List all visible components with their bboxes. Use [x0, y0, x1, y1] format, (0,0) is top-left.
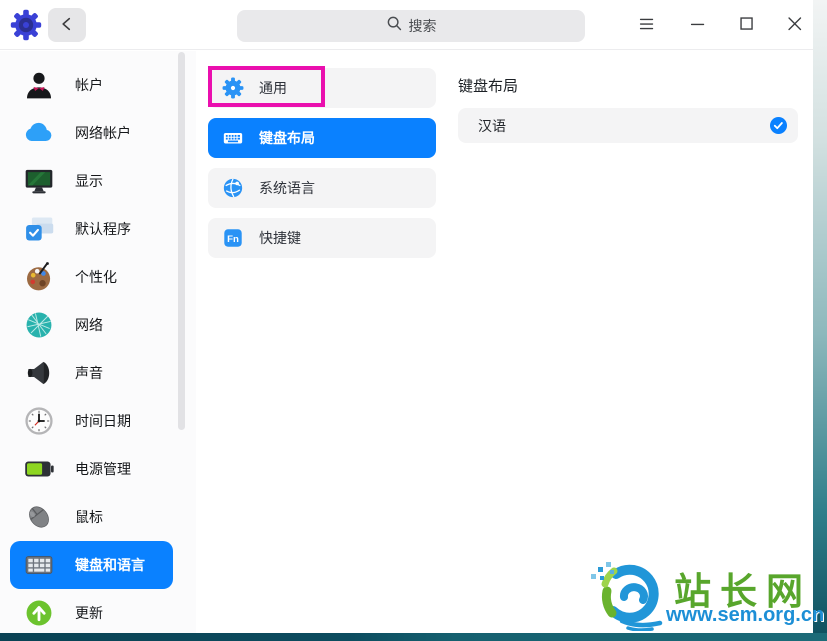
cloud-icon	[23, 117, 55, 149]
user-icon	[23, 69, 55, 101]
sidebar-item-label: 网络帐户	[75, 123, 131, 143]
sidebar-item[interactable]: 声音	[10, 349, 173, 397]
sidebar-item[interactable]: 电源管理	[10, 445, 173, 493]
section-nav-item-label: 键盘布局	[259, 128, 315, 148]
clock-icon	[23, 405, 55, 437]
battery-icon	[23, 453, 55, 485]
sidebar-item-label: 更新	[75, 603, 103, 623]
section-nav-panel: 通用键盘布局系统语言 Fn 快捷键	[208, 68, 437, 268]
display-icon	[23, 165, 55, 197]
language-globe-icon	[222, 177, 244, 199]
section-nav-item[interactable]: Fn 快捷键	[208, 218, 436, 258]
keyboard-layout-icon	[222, 127, 244, 149]
network-globe-icon	[23, 309, 55, 341]
sidebar-item-label: 键盘和语言	[75, 555, 145, 575]
search-icon	[386, 15, 403, 37]
sidebar-item[interactable]: 显示	[10, 157, 173, 205]
taskbar-strip	[0, 633, 827, 641]
sidebar-item-label: 声音	[75, 363, 103, 383]
sidebar-item[interactable]: 键盘和语言	[10, 541, 173, 589]
sidebar-item-label: 鼠标	[75, 507, 103, 527]
speaker-icon	[23, 357, 55, 389]
sidebar-item[interactable]: 更新	[10, 589, 173, 637]
sidebar-item[interactable]: 鼠标	[10, 493, 173, 541]
mouse-icon	[23, 501, 55, 533]
sidebar-item-label: 电源管理	[75, 459, 131, 479]
sidebar-item-label: 显示	[75, 171, 103, 191]
svg-text:Fn: Fn	[227, 234, 239, 245]
maximize-button[interactable]	[731, 9, 763, 41]
sidebar-item-label: 默认程序	[75, 219, 131, 239]
sidebar-item-label: 个性化	[75, 267, 117, 287]
watermark-url: www.sem.org.cn	[666, 604, 824, 627]
sidebar-item[interactable]: 网络帐户	[10, 109, 173, 157]
section-nav-item[interactable]: 键盘布局	[208, 118, 436, 158]
sidebar-item[interactable]: 网络	[10, 301, 173, 349]
personalization-icon	[23, 261, 55, 293]
back-chevron-icon	[57, 14, 77, 37]
section-nav-item-label: 快捷键	[259, 228, 301, 248]
gear-icon	[222, 77, 244, 99]
section-nav-item-label: 通用	[259, 78, 287, 98]
search-input[interactable]: 搜索	[237, 10, 585, 42]
keyboard-icon	[23, 549, 55, 581]
content-area: 通用键盘布局系统语言Fn快捷键 键盘布局 汉语	[196, 51, 813, 633]
control-center-window: 搜索 帐户网络帐户显示默认程序个性化网络声音时间日期电源管理鼠标键盘和语言更新 …	[0, 0, 813, 633]
sidebar-item-label: 网络	[75, 315, 103, 335]
keyboard-layout-row[interactable]: 汉语	[458, 108, 798, 143]
default-apps-icon	[23, 213, 55, 245]
layout-row-label: 汉语	[478, 116, 770, 136]
titlebar: 搜索	[0, 0, 813, 50]
sidebar-item-label: 帐户	[75, 75, 103, 95]
section-nav-item[interactable]: 系统语言	[208, 168, 436, 208]
sidebar-item[interactable]: 个性化	[10, 253, 173, 301]
sidebar-scrollbar[interactable]	[178, 52, 185, 430]
maximize-icon	[736, 13, 758, 38]
sidebar-item[interactable]: 时间日期	[10, 397, 173, 445]
sidebar-item-label: 时间日期	[75, 411, 131, 431]
close-icon	[784, 13, 806, 38]
minimize-button[interactable]	[682, 9, 714, 41]
hamburger-menu-icon	[636, 13, 658, 38]
sidebar: 帐户网络帐户显示默认程序个性化网络声音时间日期电源管理鼠标键盘和语言更新	[0, 51, 196, 633]
search-placeholder: 搜索	[409, 16, 437, 36]
menu-button[interactable]	[631, 9, 663, 41]
check-icon	[770, 117, 787, 134]
close-button[interactable]	[779, 9, 811, 41]
update-icon	[23, 597, 55, 629]
section-nav-item-label: 系统语言	[259, 178, 315, 198]
section-nav-item[interactable]: 通用	[208, 68, 436, 108]
sidebar-item[interactable]: 帐户	[10, 61, 173, 109]
fn-icon: Fn	[222, 227, 244, 249]
app-logo-gear-icon	[10, 9, 42, 41]
watermark-swirl-logo-icon	[588, 557, 672, 631]
minimize-icon	[687, 13, 709, 38]
detail-panel: 键盘布局 汉语	[458, 51, 798, 143]
panel-title: 键盘布局	[458, 75, 798, 96]
sidebar-item[interactable]: 默认程序	[10, 205, 173, 253]
watermark: 站长网 www.sem.org.cn	[588, 557, 812, 631]
desktop-background: 搜索 帐户网络帐户显示默认程序个性化网络声音时间日期电源管理鼠标键盘和语言更新 …	[0, 0, 827, 641]
back-button[interactable]	[48, 8, 86, 42]
